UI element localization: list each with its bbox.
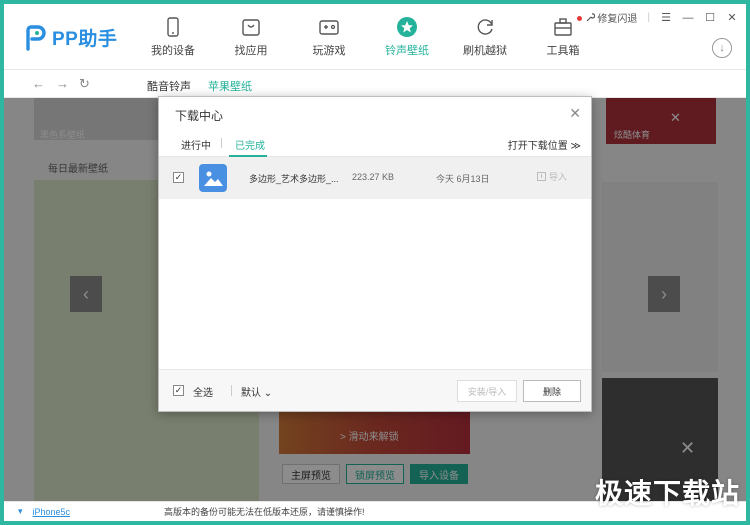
nav-label: 找应用 xyxy=(234,45,268,57)
notification-dot xyxy=(577,16,582,21)
sort-label: 默认 xyxy=(241,388,261,399)
forward-button[interactable]: → xyxy=(56,76,69,91)
fix-crash-label: 修复闪退 xyxy=(597,14,638,25)
nav-find-apps[interactable]: 找应用 xyxy=(212,4,290,70)
open-folder-label: 打开下载位置 xyxy=(507,141,568,152)
tab-apple-wallpapers[interactable]: 苹果壁纸 xyxy=(208,78,252,94)
file-date: 今天 6月13日 xyxy=(436,174,490,184)
back-button[interactable]: ← xyxy=(32,76,45,91)
row-import-button[interactable]: 导入 xyxy=(537,170,567,183)
gamepad-icon xyxy=(319,20,339,35)
divider: | xyxy=(647,12,650,23)
minimize-button[interactable]: — xyxy=(682,12,694,24)
site-watermark: 极速下载站 xyxy=(594,478,740,509)
app-logo: PP助手 xyxy=(24,24,117,51)
row-checkbox[interactable]: ✓ xyxy=(173,172,184,183)
star-circle-icon xyxy=(397,17,417,37)
app-window: PP助手 我的设备 找应用 玩游戏 铃声壁纸 刷机越狱 工具箱 修复闪退 | ☰… xyxy=(4,4,746,521)
tab-completed[interactable]: 已完成 xyxy=(235,137,265,152)
dialog-footer: ✓ 全选 默认 ⌄ 安装/导入 删除 xyxy=(159,369,591,411)
divider xyxy=(221,138,222,148)
main-nav: 我的设备 找应用 玩游戏 铃声壁纸 刷机越狱 工具箱 xyxy=(134,4,602,70)
nav-label: 工具箱 xyxy=(546,45,580,57)
file-size: 223.27 KB xyxy=(352,172,395,182)
fix-crash-button[interactable]: 修复闪退 xyxy=(585,10,637,25)
app-name: PP助手 xyxy=(52,29,118,50)
phone-icon xyxy=(167,17,179,37)
download-manager-button[interactable]: ↓ xyxy=(712,38,732,58)
nav-my-device[interactable]: 我的设备 xyxy=(134,4,212,70)
download-center-dialog: 下载中心 ✕ 进行中 已完成 打开下载位置 ≫ ✓ 多边形_艺术多边形_... … xyxy=(158,96,592,412)
nav-games[interactable]: 玩游戏 xyxy=(290,4,368,70)
download-arrow-icon: ↓ xyxy=(719,42,725,54)
nav-ringtones-wallpapers[interactable]: 铃声壁纸 xyxy=(368,4,446,70)
refresh-icon xyxy=(477,19,493,35)
sort-dropdown[interactable]: 默认 ⌄ xyxy=(241,384,272,399)
nav-label: 玩游戏 xyxy=(312,45,346,57)
wrench-icon xyxy=(586,12,596,21)
dialog-close-icon[interactable]: ✕ xyxy=(569,105,581,122)
select-all-label[interactable]: 全选 xyxy=(193,384,213,399)
window-controls: 修复闪退 | ☰ — ☐ ✕ xyxy=(585,10,738,25)
tab-in-progress[interactable]: 进行中 xyxy=(181,137,211,152)
nav-label: 我的设备 xyxy=(151,45,195,57)
device-name: iPhone5c xyxy=(32,506,71,517)
import-label: 导入 xyxy=(549,172,568,182)
pp-logo-icon xyxy=(26,24,46,51)
open-download-location-link[interactable]: 打开下载位置 ≫ xyxy=(508,137,581,152)
download-row[interactable]: ✓ 多边形_艺术多边形_... 223.27 KB 今天 6月13日 导入 xyxy=(159,157,591,199)
delete-button[interactable]: 删除 xyxy=(523,380,581,402)
tab-ringtones[interactable]: 酷音铃声 xyxy=(147,78,191,94)
import-icon xyxy=(537,172,546,181)
nav-label: 铃声壁纸 xyxy=(385,45,429,57)
double-chevron-right-icon: ≫ xyxy=(570,141,581,152)
top-header: PP助手 我的设备 找应用 玩游戏 铃声壁纸 刷机越狱 工具箱 修复闪退 | ☰… xyxy=(4,4,746,70)
toolbox-icon xyxy=(554,18,572,36)
nav-flash-jailbreak[interactable]: 刷机越狱 xyxy=(446,4,524,70)
refresh-button[interactable]: ↻ xyxy=(79,76,90,92)
maximize-button[interactable]: ☐ xyxy=(704,11,716,24)
device-selector[interactable]: ▾ iPhone5c xyxy=(18,506,70,517)
close-button[interactable]: ✕ xyxy=(726,11,738,24)
image-file-icon xyxy=(199,164,227,192)
nav-label: 刷机越狱 xyxy=(463,45,507,57)
app-bag-icon xyxy=(242,19,260,36)
file-name: 多边形_艺术多边形_... xyxy=(249,174,339,184)
install-import-button[interactable]: 安装/导入 xyxy=(457,380,517,402)
divider xyxy=(231,385,232,396)
chevron-down-icon: ⌄ xyxy=(263,388,273,399)
device-dropdown-icon: ▾ xyxy=(18,506,23,516)
select-all-checkbox[interactable]: ✓ xyxy=(173,385,184,396)
dialog-tabs: 进行中 已完成 打开下载位置 ≫ xyxy=(159,129,591,157)
status-message: 高版本的备份可能无法在低版本还原，请谨慎操作! xyxy=(164,507,365,517)
sub-navigation: ← → ↻ 酷音铃声 苹果壁纸 xyxy=(4,70,746,98)
dialog-title: 下载中心 xyxy=(175,109,224,123)
menu-button[interactable]: ☰ xyxy=(660,11,672,24)
